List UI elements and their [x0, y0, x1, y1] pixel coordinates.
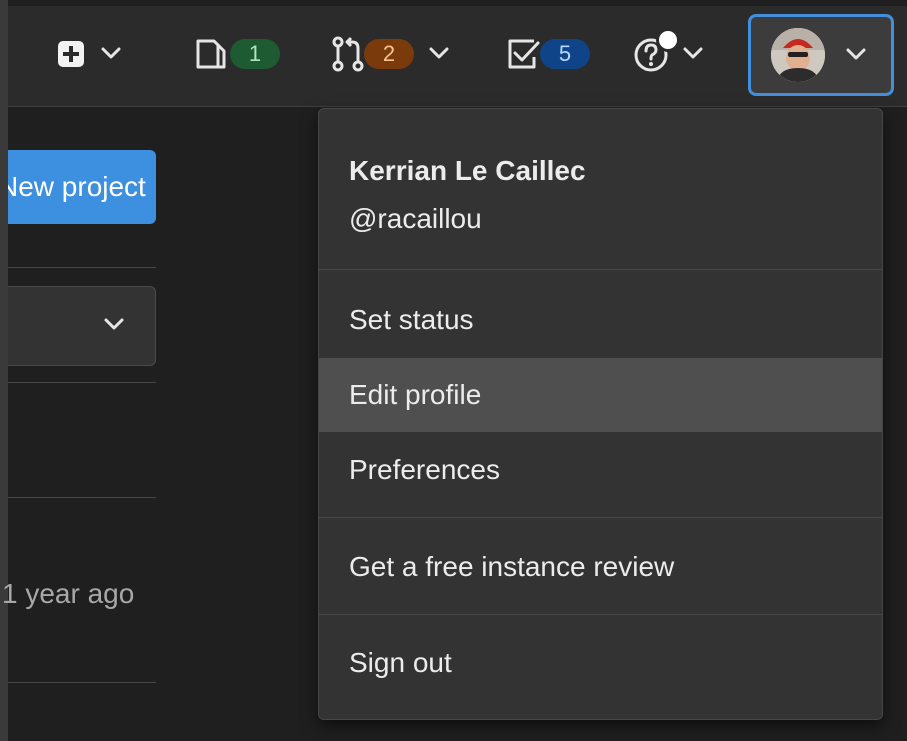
menu-item-edit-profile[interactable]: Edit profile [319, 358, 882, 432]
last-updated-timestamp: 1 year ago [2, 578, 135, 609]
issues-icon [196, 39, 226, 69]
todo-checkbox-icon [508, 39, 540, 69]
menu-divider [319, 614, 882, 615]
merge-requests-dropdown[interactable]: 2 [328, 28, 452, 80]
user-dropdown-menu: Kerrian Le Caillec @racaillou Set status… [318, 108, 883, 720]
user-profile-header[interactable]: Kerrian Le Caillec @racaillou [319, 109, 882, 270]
todos-link[interactable]: 5 [504, 28, 590, 80]
chevron-down-icon [101, 47, 121, 59]
issues-count-badge: 1 [230, 39, 280, 69]
user-menu-toggle[interactable] [748, 14, 894, 96]
new-item-dropdown[interactable] [56, 28, 124, 80]
user-handle: @racaillou [349, 203, 482, 234]
menu-item-sign-out[interactable]: Sign out [319, 626, 882, 700]
new-project-button[interactable]: New project [8, 150, 156, 224]
merge-requests-count-badge: 2 [364, 39, 414, 69]
divider [8, 382, 156, 383]
menu-item-set-status[interactable]: Set status [319, 283, 882, 357]
menu-divider [319, 517, 882, 518]
chevron-down-icon [683, 47, 703, 59]
app-window: 1 2 5 New project 1 year ago Kerrian Le … [0, 0, 907, 741]
window-left-edge [0, 0, 8, 741]
menu-item-preferences[interactable]: Preferences [319, 433, 882, 507]
divider [8, 267, 156, 268]
user-full-name: Kerrian Le Caillec [349, 155, 586, 186]
divider [8, 497, 156, 498]
menu-item-instance-review[interactable]: Get a free instance review [319, 530, 882, 604]
todos-count-badge: 5 [540, 39, 590, 69]
merge-request-icon [332, 36, 364, 72]
divider [8, 682, 156, 683]
chevron-down-icon [104, 318, 124, 330]
plus-square-icon [58, 41, 84, 67]
notification-dot [656, 28, 680, 52]
top-navbar: 1 2 5 [8, 6, 907, 107]
chevron-down-icon [846, 48, 866, 60]
chevron-down-icon [429, 47, 449, 59]
sort-dropdown[interactable] [8, 286, 156, 366]
issues-link[interactable]: 1 [194, 28, 280, 80]
avatar [771, 28, 825, 82]
help-dropdown[interactable] [632, 28, 706, 80]
